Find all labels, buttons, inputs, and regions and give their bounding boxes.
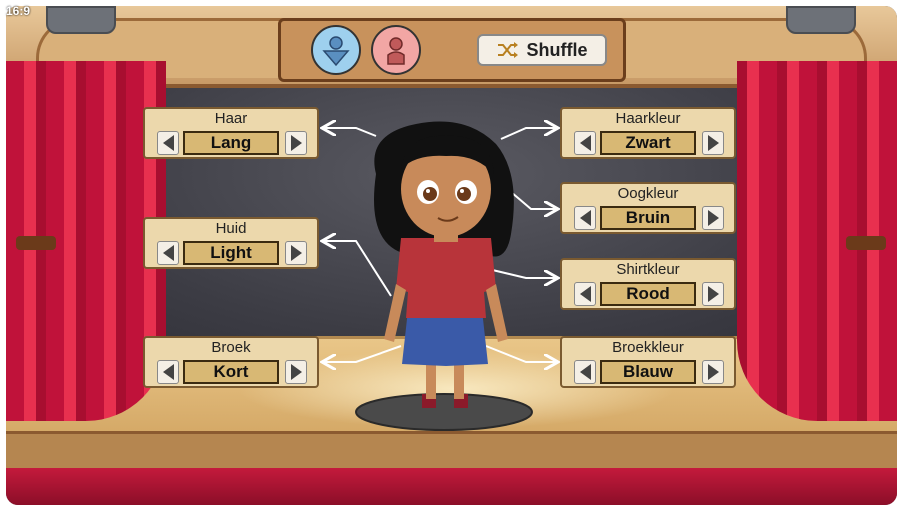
option-value: Rood	[600, 282, 696, 306]
option-broekkleur: Broekkleur Blauw	[560, 336, 736, 388]
prev-arrow[interactable]	[157, 131, 179, 155]
next-arrow[interactable]	[702, 282, 724, 306]
gender-panel: Shuffle	[278, 18, 626, 82]
girl-avatar-icon	[387, 37, 405, 65]
boy-avatar-icon	[322, 36, 350, 67]
boy-button[interactable]	[311, 25, 361, 75]
prev-arrow[interactable]	[574, 282, 596, 306]
option-label: Shirtkleur	[616, 261, 680, 278]
next-arrow[interactable]	[285, 360, 307, 384]
option-label: Broek	[211, 339, 251, 356]
option-label: Oogkleur	[617, 185, 679, 202]
shuffle-button[interactable]: Shuffle	[477, 34, 607, 66]
next-arrow[interactable]	[285, 241, 307, 265]
prev-arrow[interactable]	[157, 360, 179, 384]
option-label: Haar	[214, 110, 248, 127]
prev-arrow[interactable]	[574, 360, 596, 384]
option-haar: Haar Lang	[143, 107, 319, 159]
option-broek: Broek Kort	[143, 336, 319, 388]
game-stage: Shuffle Haar Lang Huid Light Broek Kort …	[6, 6, 897, 505]
option-label: Broekkleur	[612, 339, 684, 356]
prev-arrow[interactable]	[157, 241, 179, 265]
option-value: Lang	[183, 131, 279, 155]
option-label: Haarkleur	[615, 110, 681, 127]
option-huid: Huid Light	[143, 217, 319, 269]
next-arrow[interactable]	[702, 360, 724, 384]
option-value: Light	[183, 241, 279, 265]
shuffle-icon	[497, 42, 518, 58]
next-arrow[interactable]	[702, 131, 724, 155]
option-value: Blauw	[600, 360, 696, 384]
character-avatar	[355, 121, 533, 431]
option-haarkleur: Haarkleur Zwart	[560, 107, 736, 159]
option-value: Zwart	[600, 131, 696, 155]
shuffle-label: Shuffle	[526, 39, 588, 60]
prev-arrow[interactable]	[574, 206, 596, 230]
option-shirtkleur: Shirtkleur Rood	[560, 258, 736, 310]
prev-arrow[interactable]	[574, 131, 596, 155]
option-value: Kort	[183, 360, 279, 384]
next-arrow[interactable]	[285, 131, 307, 155]
option-oogkleur: Oogkleur Bruin	[560, 182, 736, 234]
girl-button[interactable]	[371, 25, 421, 75]
option-label: Huid	[215, 220, 247, 237]
aspect-ratio-label: 16:9	[6, 4, 31, 18]
next-arrow[interactable]	[702, 206, 724, 230]
option-value: Bruin	[600, 206, 696, 230]
